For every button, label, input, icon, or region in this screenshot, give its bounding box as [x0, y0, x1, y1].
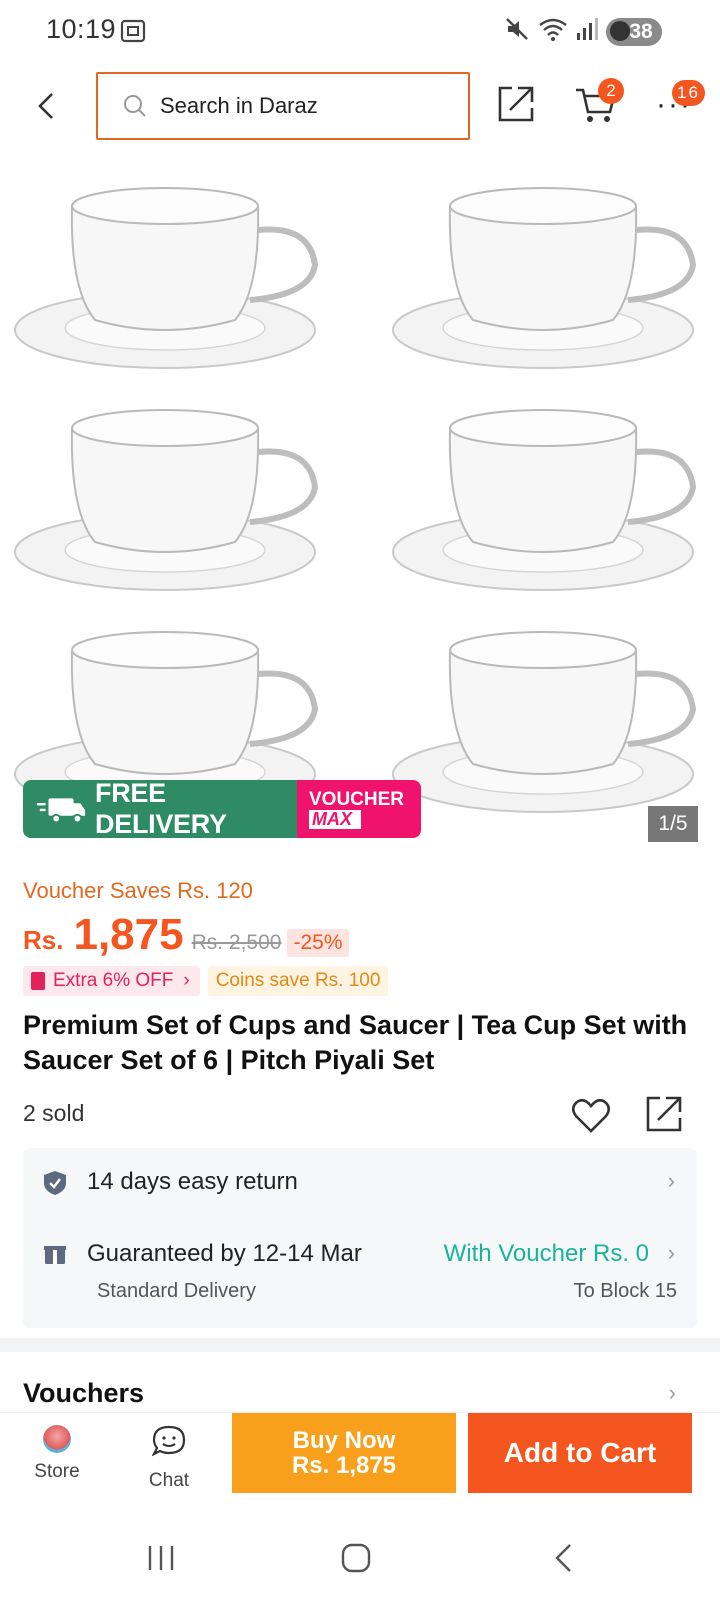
share-icon[interactable] [496, 84, 536, 129]
return-row[interactable]: 14 days easy return › [23, 1148, 697, 1214]
store-button[interactable]: Store [26, 1425, 88, 1483]
battery-saver-icon [610, 20, 630, 41]
original-price: Rs. 2,500 [191, 931, 282, 954]
delivery-type-text: Standard Delivery [97, 1280, 256, 1302]
signal-icon [576, 17, 598, 46]
cup-saucer-image [392, 409, 697, 591]
promo-tags: Extra 6% OFF › Coins save Rs. 100 [23, 966, 389, 996]
buy-now-label: Buy Now [292, 1427, 396, 1454]
extra-off-label: Extra 6% OFF [53, 970, 174, 991]
product-title: Premium Set of Cups and Saucer | Tea Cup… [23, 1010, 688, 1075]
extra-off-tag[interactable]: Extra 6% OFF › [23, 966, 200, 996]
delivery-row[interactable]: Guaranteed by 12-14 Mar With Voucher Rs.… [23, 1222, 697, 1322]
delivery-date-text: Guaranteed by 12-14 Mar [87, 1240, 362, 1267]
free-delivery-badge: FREE DELIVERY [23, 780, 297, 838]
promo-banner: FREE DELIVERY VOUCHER MAX [23, 780, 421, 838]
shield-check-icon [44, 1171, 66, 1195]
more-button[interactable]: ··· 16 [656, 80, 705, 122]
chat-label: Chat [148, 1470, 190, 1491]
store-label: Store [34, 1461, 80, 1482]
home-icon[interactable] [340, 1542, 372, 1579]
bottom-action-bar: Store Chat Buy Now Rs. 1,875 Add to Cart [0, 1412, 720, 1508]
screenshot-icon [120, 18, 146, 49]
add-to-cart-button[interactable]: Add to Cart [468, 1413, 692, 1493]
price-value: 1,875 [73, 910, 184, 959]
cup-saucer-image [14, 409, 319, 591]
delivery-location-text: To Block 15 [573, 1280, 677, 1302]
ticket-icon [31, 972, 45, 990]
cart-count-badge: 2 [598, 78, 624, 104]
section-divider [0, 1338, 720, 1352]
header: Search in Daraz 2 ··· 16 [0, 70, 720, 142]
recents-icon[interactable] [146, 1544, 176, 1577]
image-counter: 1/5 [648, 806, 698, 842]
price-currency: Rs. [23, 925, 64, 955]
message-count-badge: 16 [672, 80, 705, 106]
store-logo-icon [43, 1425, 71, 1453]
chevron-right-icon: › [183, 970, 190, 991]
share-icon [646, 1096, 682, 1132]
wishlist-button[interactable] [571, 1098, 611, 1139]
chat-button[interactable]: Chat [136, 1425, 202, 1492]
wifi-icon [538, 16, 568, 47]
voucher-saves-text: Voucher Saves Rs. 120 [23, 878, 253, 903]
voucher-max-line2: MAX [309, 809, 361, 829]
mute-icon [504, 16, 530, 47]
heart-icon [571, 1098, 611, 1133]
cup-saucer-image [392, 187, 697, 369]
system-nav-bar [0, 1520, 720, 1600]
status-bar: 10:19 38 [0, 0, 720, 62]
search-placeholder: Search in Daraz [160, 93, 318, 118]
chevron-right-icon: › [667, 1240, 675, 1265]
cart-button[interactable]: 2 [574, 78, 624, 129]
cup-saucer-image [392, 631, 697, 813]
buy-now-price: Rs. 1,875 [291, 1452, 397, 1479]
sold-count: 2 sold [23, 1100, 85, 1126]
status-icons: 38 [504, 16, 662, 47]
back-nav-icon[interactable] [552, 1542, 576, 1579]
delivery-voucher-text: With Voucher Rs. 0 [443, 1240, 649, 1267]
chevron-right-icon[interactable]: › [669, 1380, 676, 1406]
search-input[interactable]: Search in Daraz [96, 72, 470, 140]
coins-label: Coins save Rs. 100 [215, 970, 381, 991]
vouchers-section-title[interactable]: Vouchers [23, 1378, 144, 1409]
voucher-max-line1: VOUCHER [309, 788, 405, 810]
coins-tag: Coins save Rs. 100 [207, 966, 389, 996]
cup-saucer-image [14, 187, 319, 369]
battery-level: 38 [629, 19, 653, 43]
status-time: 10:19 [46, 14, 117, 44]
gift-box-icon [44, 1246, 66, 1264]
chevron-right-icon: › [667, 1168, 675, 1193]
buy-now-button[interactable]: Buy Now Rs. 1,875 [232, 1413, 456, 1493]
free-delivery-label: FREE DELIVERY [95, 780, 227, 838]
price-row: Rs. 1,875 Rs. 2,500 -25% [23, 910, 349, 960]
delivery-truck-icon [36, 798, 86, 824]
service-info-card: 14 days easy return › Guaranteed by 12-1… [23, 1148, 697, 1328]
battery-indicator: 38 [606, 17, 662, 46]
product-image-gallery[interactable] [0, 150, 720, 850]
search-icon [124, 95, 146, 117]
chat-icon [151, 1425, 186, 1457]
discount-badge: -25% [287, 929, 349, 957]
voucher-max-badge: VOUCHER MAX [297, 780, 421, 838]
back-button[interactable] [30, 88, 66, 124]
share-button[interactable] [644, 1094, 684, 1139]
return-text: 14 days easy return [87, 1168, 298, 1195]
